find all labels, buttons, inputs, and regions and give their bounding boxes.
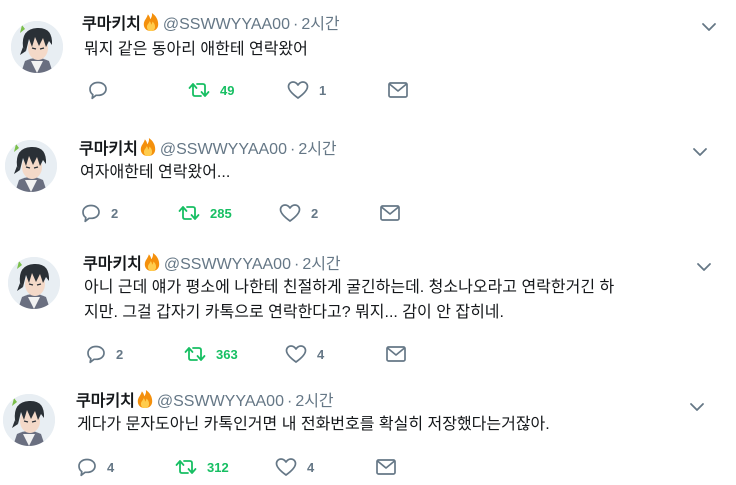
tweet-text: 게다가 문자도아닌 카톡인거면 내 전화번호를 확실히 저장했다는거잖아. [77,416,550,433]
like-count: 1 [319,82,327,98]
separator-dot: · [292,16,299,33]
separator-dot: · [286,393,293,410]
like-count: 4 [307,459,315,475]
retweet-icon [188,80,210,100]
like-count: 2 [311,205,319,221]
tweet-actions: 49 1 [88,80,428,100]
tweet-timestamp[interactable]: 2시간 [301,16,339,33]
chevron-down-icon[interactable] [689,400,705,412]
avatar[interactable] [5,140,57,192]
avatar[interactable] [3,394,55,446]
like-button[interactable]: 2 [279,203,318,223]
display-name[interactable]: 쿠마키치 [83,256,142,273]
reply-count: 4 [107,459,115,475]
reply-icon [77,457,97,477]
reply-button[interactable] [88,80,118,100]
chevron-down-icon[interactable] [692,145,708,157]
chevron-down-icon[interactable] [701,20,717,32]
tweet-text: 아니 근데 얘가 평소에 나한테 친절하게 굴긴하는데. 청소나오라고 연락한거… [84,279,615,321]
direct-message-icon [379,204,401,222]
direct-message-button[interactable] [375,457,397,477]
reply-icon [88,80,108,100]
user-handle[interactable]: @SSWWYYAA00 [160,141,287,158]
retweet-count: 285 [210,205,232,221]
retweet-count: 49 [220,82,235,98]
tweet-timestamp[interactable]: 2시간 [295,393,333,410]
fire-emoji-icon [142,12,160,38]
display-name[interactable]: 쿠마키치 [79,141,138,158]
tweet-timestamp[interactable]: 2시간 [302,256,340,273]
direct-message-icon [385,345,407,363]
tweet[interactable]: 쿠마키치 @SSWWYYAA00 · 2시간 뭐지 같은 동아리 애한테 연락왔어 4… [0,0,736,120]
like-button[interactable]: 4 [275,457,314,477]
tweet-actions: 4 312 4 [77,457,417,477]
reply-button[interactable]: 2 [81,203,118,223]
retweet-icon [184,344,206,364]
reply-count: 2 [111,205,119,221]
display-name[interactable]: 쿠마키치 [82,16,141,33]
direct-message-button[interactable] [379,203,401,223]
retweet-count: 312 [207,459,229,475]
reply-icon [81,203,101,223]
like-icon [275,457,297,477]
avatar[interactable] [8,257,60,309]
tweet[interactable]: 쿠마키치 @SSWWYYAA00 · 2시간 아니 근데 얘가 평소에 나한테 친절하… [0,232,736,377]
like-count: 4 [317,346,325,362]
direct-message-button[interactable] [385,344,407,364]
reply-count: 2 [116,346,124,362]
chevron-down-icon[interactable] [696,260,712,272]
avatar[interactable] [11,21,63,73]
user-handle[interactable]: @SSWWYYAA00 [157,393,284,410]
display-name[interactable]: 쿠마키치 [76,393,135,410]
retweet-button[interactable]: 49 [188,80,234,100]
separator-dot: · [289,141,296,158]
tweet-text: 뭐지 같은 동아리 애한테 연락왔어 [84,41,308,58]
tweet-actions: 2 285 2 [81,203,421,223]
direct-message-icon [375,458,397,476]
retweet-count: 363 [216,346,238,362]
retweet-button[interactable]: 363 [184,344,238,364]
reply-icon [86,344,106,364]
tweet-text: 여자애한테 연락왔어... [80,164,231,181]
user-handle[interactable]: @SSWWYYAA00 [164,256,291,273]
like-icon [285,344,307,364]
user-handle[interactable]: @SSWWYYAA00 [163,16,290,33]
retweet-button[interactable]: 285 [178,203,232,223]
retweet-icon [178,203,200,223]
like-button[interactable]: 4 [285,344,324,364]
retweet-icon [175,457,197,477]
tweet[interactable]: 쿠마키치 @SSWWYYAA00 · 2시간 여자애한테 연락왔어... 2 285 … [0,120,736,232]
like-button[interactable]: 1 [287,80,326,100]
reply-button[interactable]: 2 [86,344,123,364]
tweet-timestamp[interactable]: 2시간 [298,141,336,158]
retweet-button[interactable]: 312 [175,457,229,477]
like-icon [279,203,301,223]
separator-dot: · [293,256,300,273]
reply-button[interactable]: 4 [77,457,114,477]
like-icon [287,80,309,100]
direct-message-button[interactable] [387,80,409,100]
tweet-actions: 2 363 4 [86,344,426,364]
direct-message-icon [387,81,409,99]
tweet[interactable]: 쿠마키치 @SSWWYYAA00 · 2시간 게다가 문자도아닌 카톡인거면 내 전화… [0,377,736,485]
